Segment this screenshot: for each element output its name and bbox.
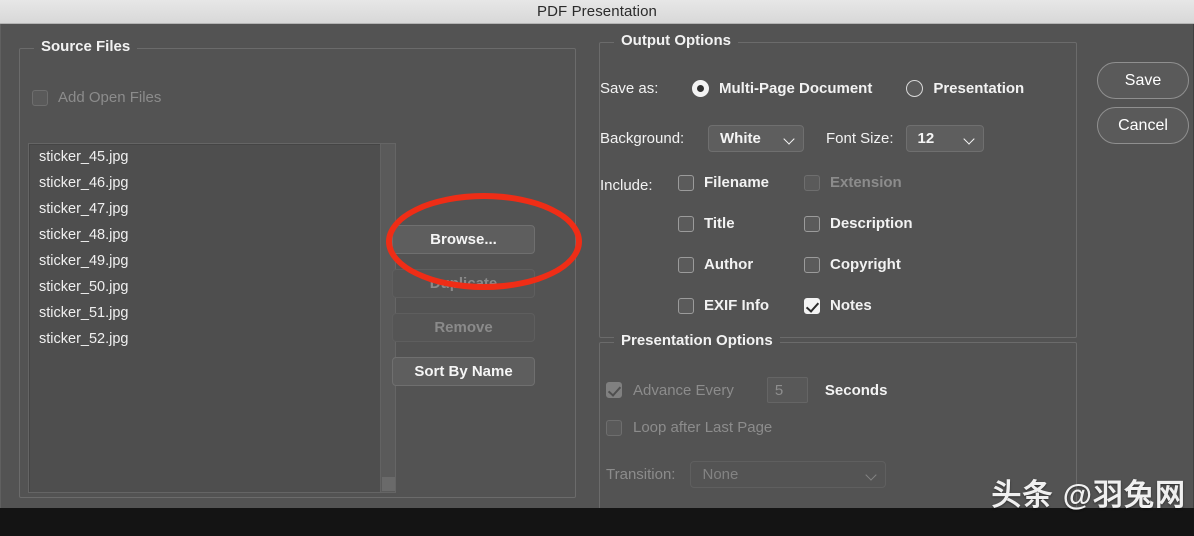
duplicate-button: Duplicate	[392, 269, 535, 298]
source-file-item[interactable]: sticker_50.jpg	[29, 274, 395, 300]
source-file-item[interactable]: sticker_47.jpg	[29, 196, 395, 222]
include-option-row[interactable]: Title	[678, 215, 735, 232]
source-file-item[interactable]: sticker_52.jpg	[29, 326, 395, 352]
source-files-list[interactable]: sticker_45.jpg sticker_46.jpg sticker_47.j…	[28, 143, 396, 493]
loop-after-last-page-row: Loop after Last Page	[606, 419, 772, 436]
include-option-row[interactable]: Filename	[678, 174, 769, 191]
save-as-presentation-radio[interactable]	[906, 80, 924, 97]
include-filename-checkbox[interactable]	[678, 174, 694, 191]
chevron-down-icon	[866, 471, 877, 478]
remove-button: Remove	[392, 313, 535, 342]
include-copyright-label: Copyright	[830, 256, 901, 273]
include-extension-checkbox	[804, 174, 820, 191]
window-title: PDF Presentation	[537, 3, 657, 20]
include-copyright-checkbox[interactable]	[804, 256, 820, 273]
background-fontsize-row: Background: White Font Size: 12	[600, 125, 984, 152]
advance-every-label: Advance Every	[633, 381, 734, 399]
add-open-files-row[interactable]: Add Open Files	[32, 89, 161, 106]
include-title-checkbox[interactable]	[678, 215, 694, 232]
include-option-row[interactable]: Author	[678, 256, 753, 273]
source-file-item[interactable]: sticker_45.jpg	[29, 144, 395, 170]
include-title-label: Title	[704, 215, 735, 232]
seconds-label: Seconds	[824, 381, 888, 399]
source-file-item[interactable]: sticker_48.jpg	[29, 222, 395, 248]
watermark: 头条 @羽兔网	[991, 479, 1186, 512]
font-size-label: Font Size:	[826, 130, 894, 147]
output-options-legend: Output Options	[614, 32, 738, 49]
include-filename-label: Filename	[704, 174, 770, 191]
include-description-checkbox[interactable]	[804, 215, 820, 232]
advance-every-checkbox	[606, 382, 622, 398]
transition-select: None	[690, 461, 887, 488]
add-open-files-label: Add Open Files	[58, 89, 162, 106]
source-file-item[interactable]: sticker_49.jpg	[29, 248, 395, 274]
save-as-multipage-label[interactable]: Multi-Page Document	[719, 80, 872, 97]
loop-after-last-page-checkbox	[606, 419, 622, 436]
include-extension-label: Extension	[830, 174, 902, 191]
transition-label: Transition:	[606, 466, 676, 483]
source-file-item[interactable]: sticker_51.jpg	[29, 300, 395, 326]
advance-every-row: Advance Every 5 Seconds	[606, 377, 887, 403]
save-button[interactable]: Save	[1097, 62, 1189, 99]
dialog-body: Source Files Add Open Files sticker_45.j…	[0, 24, 1194, 517]
include-notes-label: Notes	[830, 297, 872, 314]
background-label: Background:	[600, 130, 685, 147]
advance-seconds-input: 5	[766, 377, 808, 403]
source-files-legend: Source Files	[34, 38, 138, 55]
save-as-presentation-label[interactable]: Presentation	[933, 80, 1024, 97]
loop-after-last-page-label: Loop after Last Page	[633, 419, 773, 436]
include-exif-info-checkbox[interactable]	[678, 297, 694, 314]
include-author-checkbox[interactable]	[678, 256, 694, 273]
font-size-select-value: 12	[917, 130, 935, 147]
include-option-row: Extension	[804, 174, 902, 191]
include-option-row[interactable]: EXIF Info	[678, 297, 769, 314]
include-exif-info-label: EXIF Info	[704, 297, 769, 314]
include-option-row[interactable]: Copyright	[804, 256, 901, 273]
font-size-select[interactable]: 12	[905, 125, 984, 152]
add-open-files-checkbox[interactable]	[32, 89, 48, 106]
window-titlebar: PDF Presentation	[0, 0, 1194, 24]
chevron-down-icon	[784, 135, 795, 142]
save-as-label: Save as:	[600, 80, 659, 97]
presentation-options-legend: Presentation Options	[614, 332, 780, 349]
cancel-button[interactable]: Cancel	[1097, 107, 1189, 144]
pdf-presentation-dialog: PDF Presentation Source Files Add Open F…	[0, 0, 1194, 536]
include-notes-checkbox[interactable]	[804, 297, 820, 314]
include-label: Include:	[600, 177, 653, 194]
include-row-label: Include:	[600, 177, 653, 194]
browse-button[interactable]: Browse...	[392, 225, 535, 254]
save-as-multipage-radio[interactable]	[692, 80, 709, 97]
source-files-scrollbar-thumb[interactable]	[382, 477, 395, 491]
chevron-down-icon	[964, 135, 975, 142]
background-select-value: White	[720, 130, 761, 147]
transition-row: Transition: None	[606, 461, 887, 488]
include-author-label: Author	[704, 256, 754, 273]
include-option-row[interactable]: Description	[804, 215, 913, 232]
background-select[interactable]: White	[708, 125, 804, 152]
save-as-row: Save as: Multi-Page Document Presentatio…	[600, 80, 1024, 97]
output-options-group: Output Options Save as: Multi-Page Docum…	[599, 32, 1077, 338]
sort-by-name-button[interactable]: Sort By Name	[392, 357, 535, 386]
include-description-label: Description	[830, 215, 913, 232]
transition-select-value: None	[702, 466, 739, 483]
source-files-list-items: sticker_45.jpg sticker_46.jpg sticker_47.j…	[29, 144, 395, 352]
source-file-item[interactable]: sticker_46.jpg	[29, 170, 395, 196]
include-option-row[interactable]: Notes	[804, 297, 872, 314]
